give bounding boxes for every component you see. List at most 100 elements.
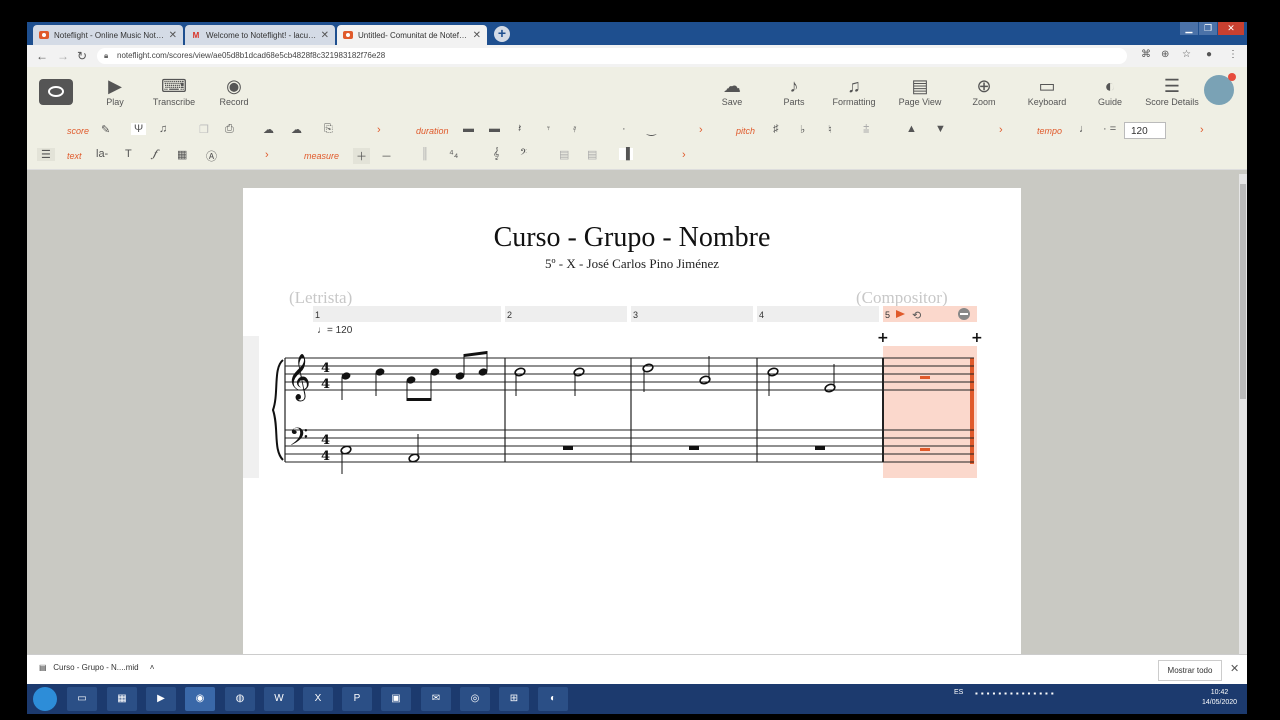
time-signature-icon[interactable]: ⁴₄ (449, 148, 458, 160)
repeat-end-icon[interactable]: ▤ (587, 148, 597, 161)
whole-note-icon[interactable]: ▬ (463, 123, 474, 135)
double-accidental-icon[interactable]: ⩲ (863, 123, 869, 136)
bass-clef[interactable]: 𝄢 (289, 423, 308, 458)
obs-icon[interactable]: ◐ (538, 687, 568, 711)
chevron-right-icon[interactable]: › (699, 124, 703, 136)
avatar[interactable] (1204, 73, 1236, 105)
formatting-button[interactable]: ♫ Formatting (829, 75, 879, 107)
scrollbar-thumb[interactable] (1240, 184, 1246, 399)
transcribe-button[interactable]: ⌨ Transcribe (151, 75, 197, 107)
pitch-palette-label[interactable]: pitch (736, 126, 755, 136)
lyrics-icon[interactable]: la- (96, 148, 108, 160)
flat-icon[interactable]: ♭ (800, 123, 805, 136)
hamburger-icon[interactable]: ☰ (37, 148, 55, 161)
media-player-icon[interactable]: ▶ (146, 687, 176, 711)
chord-diagram-icon[interactable]: ▦ (177, 148, 187, 161)
whole-rest[interactable] (689, 446, 699, 450)
system-tray-icons[interactable]: ▪▪▪▪▪▪▪▪▪▪▪▪▪▪ (975, 689, 1057, 698)
eighth-rest-icon[interactable]: 𝄾 (547, 123, 550, 136)
noteflight-logo[interactable] (39, 79, 73, 105)
whole-rest[interactable] (563, 446, 573, 450)
excel-icon[interactable]: X (303, 687, 333, 711)
pitch-down-icon[interactable]: ▼ (935, 123, 946, 135)
whole-rest[interactable] (920, 376, 930, 379)
score-system[interactable]: 1 2 3 4 5 ⟲ + + 𝄞 𝄢 4 4 4 4 (243, 298, 1021, 598)
note[interactable] (642, 363, 654, 392)
menu-dots-icon[interactable]: ⋮ (1228, 49, 1238, 60)
keyboard-button[interactable]: ▭ Keyboard (1023, 75, 1071, 107)
loop-icon[interactable]: ⟲ (912, 309, 921, 322)
guitar-icon[interactable]: ✎ (101, 123, 110, 136)
close-tab-icon[interactable]: ✕ (473, 30, 481, 41)
measure-palette-label[interactable]: measure (304, 151, 339, 161)
file-explorer-icon[interactable]: ▭ (67, 687, 97, 711)
export-icon[interactable]: ⎘ (324, 123, 333, 136)
firefox-icon[interactable]: ◍ (225, 687, 255, 711)
whole-rest[interactable] (815, 446, 825, 450)
chevron-right-icon[interactable]: › (999, 124, 1003, 136)
parts-button[interactable]: ♪ Parts (777, 75, 811, 107)
instrument-icon[interactable]: ♫ (159, 123, 167, 135)
print-icon[interactable]: ⎙ (225, 123, 234, 136)
language-indicator[interactable]: ES (954, 689, 963, 696)
note[interactable] (340, 445, 352, 474)
tab-noteflight-home[interactable]: Noteflight - Online Music Notatio ✕ (33, 25, 183, 45)
treble-clef-icon[interactable]: 𝄞 (493, 148, 500, 161)
minimize-button[interactable]: ▁ (1180, 22, 1198, 35)
remove-measure-icon[interactable]: － (381, 148, 392, 164)
copy-icon[interactable]: ❐ (199, 123, 209, 136)
chevron-right-icon[interactable]: › (1200, 124, 1204, 136)
cloud-upload-icon[interactable]: ☁ (263, 123, 274, 136)
close-window-button[interactable]: ✕ (1218, 22, 1244, 35)
quarter-rest-icon[interactable]: 𝄽 (518, 123, 521, 136)
record-button[interactable]: ◉ Record (217, 75, 251, 107)
add-measure-after-icon[interactable]: + (971, 330, 983, 346)
scrollbar[interactable] (1239, 174, 1247, 654)
pitch-up-icon[interactable]: ▲ (906, 123, 917, 135)
chevron-up-icon[interactable]: ˄ (150, 663, 155, 672)
play-button[interactable]: ▶ Play (99, 75, 131, 107)
tab-gmail[interactable]: M Welcome to Noteflight! - lacuem ✕ (185, 25, 335, 45)
back-icon[interactable]: ← (36, 49, 48, 63)
maximize-button[interactable]: ❐ (1199, 22, 1217, 35)
sharp-icon[interactable]: ♯ (773, 123, 779, 135)
add-measure-icon[interactable]: ＋ (353, 148, 370, 164)
calendar-icon[interactable]: ▦ (107, 687, 137, 711)
profile-icon[interactable]: ● (1206, 49, 1212, 60)
tab-noteflight-score[interactable]: Untitled- Comunitat de Noteflight ✕ (337, 25, 487, 45)
word-icon[interactable]: W (264, 687, 294, 711)
close-tab-icon[interactable]: ✕ (169, 30, 177, 41)
score-details-button[interactable]: ☰ Score Details (1143, 75, 1201, 107)
start-button[interactable] (33, 687, 57, 711)
note[interactable] (341, 371, 352, 400)
text-palette-label[interactable]: text (67, 151, 82, 161)
powerpoint-icon[interactable]: P (342, 687, 372, 711)
save-button[interactable]: ☁ Save (715, 75, 749, 107)
treble-clef[interactable]: 𝄞 (287, 354, 311, 402)
translate-icon[interactable]: ⌘ (1141, 49, 1151, 60)
bookmark-star-icon[interactable]: ☆ (1182, 49, 1191, 60)
close-icon[interactable]: ✕ (1230, 662, 1239, 675)
url-field[interactable]: 🔒︎ noteflight.com/scores/view/ae05d8b1dc… (97, 48, 1127, 64)
chevron-right-icon[interactable]: › (682, 149, 686, 161)
page-view-button[interactable]: ▤ Page View (897, 75, 943, 107)
duration-palette-label[interactable]: duration (416, 126, 449, 136)
tuning-fork-icon[interactable]: Ψ (131, 123, 147, 135)
clock[interactable]: 10:42 14/05/2020 (1202, 688, 1237, 708)
close-tab-icon[interactable]: ✕ (321, 30, 329, 41)
mail-icon[interactable]: ✉ (421, 687, 451, 711)
half-rest-icon[interactable]: ▬ (489, 123, 500, 135)
text-box-icon[interactable]: Ⓐ (206, 148, 217, 164)
zoom-button[interactable]: ⊕ Zoom (967, 75, 1001, 107)
disc-icon[interactable]: ◎ (460, 687, 490, 711)
guide-button[interactable]: ◐ Guide (1093, 75, 1127, 107)
text-icon[interactable]: T (125, 148, 132, 160)
score-palette-label[interactable]: score (67, 126, 89, 136)
new-tab-button[interactable]: + (494, 26, 510, 42)
dynamics-icon[interactable]: 𝆑 (153, 148, 157, 161)
download-item[interactable]: ▤ Curso - Grupo - N....mid ˄ (39, 663, 154, 672)
zoom-icon[interactable]: ⊕ (1161, 49, 1169, 60)
barline-icon[interactable]: ║ (421, 148, 429, 160)
note[interactable] (824, 364, 836, 393)
show-all-button[interactable]: Mostrar todo (1158, 660, 1222, 681)
